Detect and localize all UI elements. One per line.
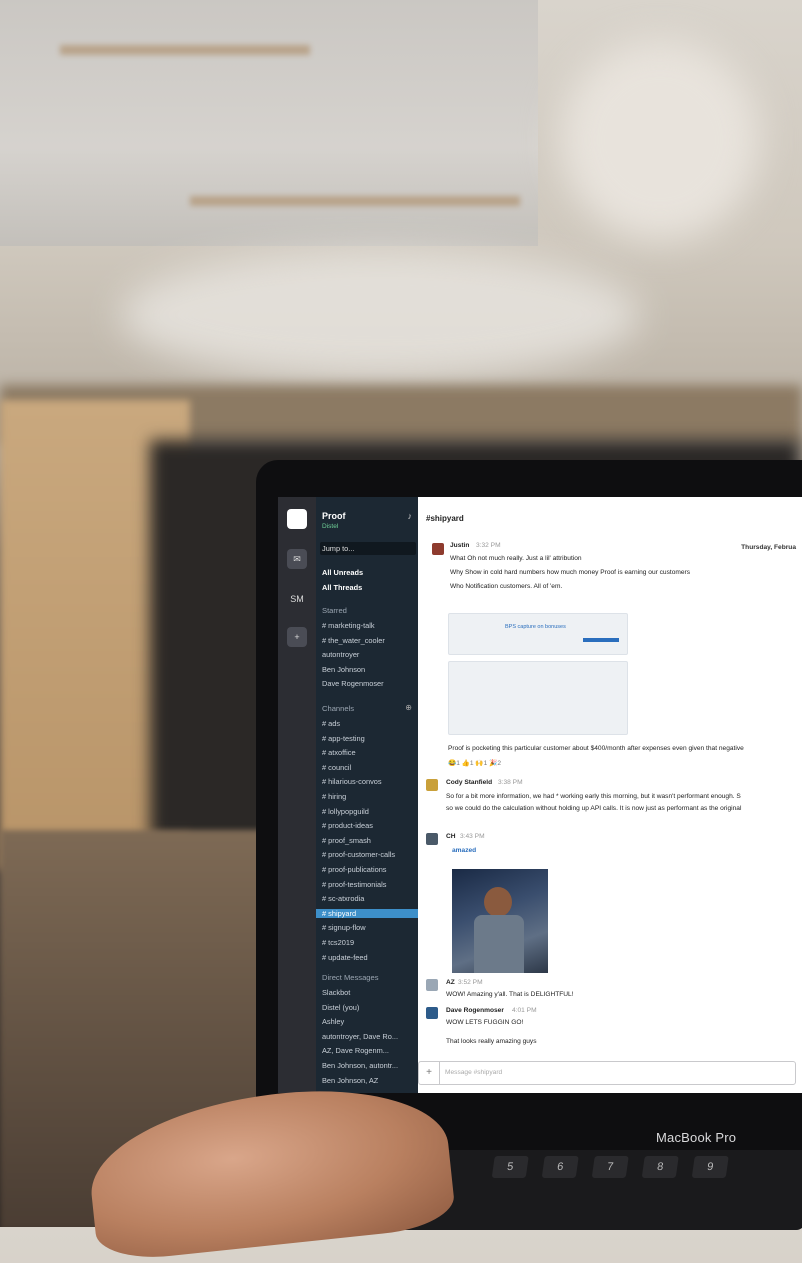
- keyboard-key: 5: [491, 1156, 529, 1178]
- starred-item[interactable]: Ben Johnson: [322, 665, 365, 674]
- message-text: Why Show in cold hard numbers how much m…: [450, 569, 691, 576]
- gif-person: [484, 887, 512, 917]
- channel-item[interactable]: # proof-customer-calls: [322, 850, 395, 859]
- dm-item[interactable]: Ben Johnson, autontr...: [322, 1061, 398, 1070]
- avatar[interactable]: [426, 779, 438, 791]
- message-author[interactable]: Justin: [450, 542, 469, 549]
- channel-item[interactable]: # signup-flow: [322, 923, 366, 932]
- channel-item[interactable]: # product-ideas: [322, 821, 373, 830]
- message-author[interactable]: Dave Rogenmoser: [446, 1007, 504, 1014]
- channel-item[interactable]: # update-feed: [322, 953, 368, 962]
- channel-item[interactable]: # proof-testimonials: [322, 880, 387, 889]
- starred-heading: Starred: [322, 606, 347, 615]
- card-button: [583, 638, 619, 642]
- keyboard-key: 7: [591, 1156, 629, 1178]
- workspace-icon[interactable]: [287, 509, 307, 529]
- laptop-brand: MacBook Pro: [656, 1130, 737, 1145]
- keyboard-key: 9: [691, 1156, 729, 1178]
- card-title: BPS capture on bonuses: [505, 624, 566, 630]
- all-unreads-item[interactable]: All Unreads: [322, 568, 363, 577]
- message-text: so we could do the calculation without h…: [446, 805, 742, 812]
- channel-item[interactable]: # hiring: [322, 792, 346, 801]
- avatar[interactable]: [426, 979, 438, 991]
- channel-item[interactable]: # proof_smash: [322, 836, 371, 845]
- avatar[interactable]: [426, 833, 438, 845]
- dm-item[interactable]: Ben Johnson, AZ: [322, 1076, 378, 1085]
- message-author[interactable]: Cody Stanfield: [446, 779, 492, 786]
- reactions[interactable]: 😂1 👍1 🙌1 🎉2: [448, 759, 501, 767]
- message-time: 3:38 PM: [498, 779, 523, 786]
- channel-item[interactable]: # council: [322, 763, 351, 772]
- gif-title[interactable]: amazed: [452, 847, 476, 854]
- dm-item[interactable]: AZ, Dave Rogenm...: [322, 1046, 389, 1055]
- dm-item[interactable]: autontroyer, Dave Ro...: [322, 1032, 398, 1041]
- bell-icon[interactable]: ♪: [408, 511, 413, 521]
- shelf: [60, 45, 310, 55]
- workspace-icon[interactable]: ✉: [287, 549, 307, 569]
- avatar[interactable]: [426, 1007, 438, 1019]
- message-text: WOW LETS FUGGIN GO!: [446, 1019, 524, 1026]
- message-pane: #shipyard Thursday, Februa Justin 3:32 P…: [418, 497, 802, 1093]
- channel-item[interactable]: # lollypopguild: [322, 807, 369, 816]
- message-text: So for a bit more information, we had * …: [446, 793, 741, 800]
- keyboard-key: 6: [541, 1156, 579, 1178]
- window-blur: [120, 250, 640, 380]
- all-threads-item[interactable]: All Threads: [322, 583, 362, 592]
- channel-item[interactable]: # atxoffice: [322, 748, 356, 757]
- user-status: Distel: [322, 523, 339, 530]
- message-text: Proof is pocketing this particular custo…: [448, 745, 744, 752]
- message-text: WOW! Amazing y'all. That is DELIGHTFUL!: [446, 991, 574, 998]
- sidebar: Proof Distel ♪ Jump to... All Unreads Al…: [316, 497, 422, 1093]
- add-workspace-icon[interactable]: +: [287, 627, 307, 647]
- keyboard-key: 8: [641, 1156, 679, 1178]
- dm-heading: Direct Messages: [322, 973, 379, 982]
- date-divider: Thursday, Februa: [741, 544, 796, 551]
- dm-item[interactable]: Distel (you): [322, 1003, 359, 1012]
- message-time: 3:52 PM: [458, 979, 483, 986]
- message-author[interactable]: AZ: [446, 979, 455, 986]
- message-time: 3:43 PM: [460, 833, 485, 840]
- workspace-name[interactable]: Proof: [322, 511, 346, 521]
- message-time: 4:01 PM: [512, 1007, 537, 1014]
- channel-item[interactable]: # tcs2019: [322, 938, 354, 947]
- jump-to-button[interactable]: Jump to...: [320, 542, 416, 555]
- composer-placeholder[interactable]: Message #shipyard: [445, 1069, 502, 1076]
- overlay-panel: [0, 0, 538, 246]
- channel-item[interactable]: # ads: [322, 719, 340, 728]
- message-text: What Oh not much really. Just a lil' att…: [450, 555, 582, 562]
- gif-person: [474, 915, 524, 973]
- message-composer[interactable]: + Message #shipyard: [418, 1061, 796, 1085]
- channel-item[interactable]: # sc-atxrodia: [322, 894, 364, 903]
- channels-heading: Channels: [322, 704, 355, 713]
- channel-item[interactable]: # app-testing: [322, 734, 365, 743]
- image-attachment[interactable]: [448, 661, 628, 735]
- dm-item[interactable]: Slackbot: [322, 988, 350, 997]
- channel-item[interactable]: # shipyard: [316, 908, 422, 918]
- gif-image[interactable]: [452, 869, 548, 973]
- message-text: Who Notification customers. All of 'em.: [450, 583, 563, 590]
- starred-item[interactable]: Dave Rogenmoser: [322, 679, 384, 688]
- attach-plus-icon[interactable]: +: [419, 1062, 440, 1084]
- bright-blur: [560, 40, 760, 240]
- laptop-screen: ✉ SM + Proof Distel ♪ Jump to... All Unr…: [278, 497, 802, 1093]
- shelf: [190, 196, 520, 206]
- avatar[interactable]: [432, 543, 444, 555]
- message-text: That looks really amazing guys: [446, 1038, 537, 1045]
- channel-item[interactable]: # proof-publications: [322, 865, 387, 874]
- channel-title: #shipyard: [426, 514, 464, 523]
- image-attachment[interactable]: BPS capture on bonuses: [448, 613, 628, 655]
- starred-item[interactable]: # marketing-talk: [322, 621, 375, 630]
- message-time: 3:32 PM: [476, 542, 501, 549]
- starred-item[interactable]: autontroyer: [322, 650, 359, 659]
- add-channel-icon[interactable]: ⊕: [405, 703, 412, 712]
- starred-item[interactable]: # the_water_cooler: [322, 636, 385, 645]
- workspace-rail: ✉ SM +: [278, 497, 316, 1093]
- workspace-initials[interactable]: SM: [287, 589, 307, 609]
- channel-item[interactable]: # hilarious-convos: [322, 777, 382, 786]
- message-author[interactable]: CH: [446, 833, 456, 840]
- dm-item[interactable]: Ashley: [322, 1017, 344, 1026]
